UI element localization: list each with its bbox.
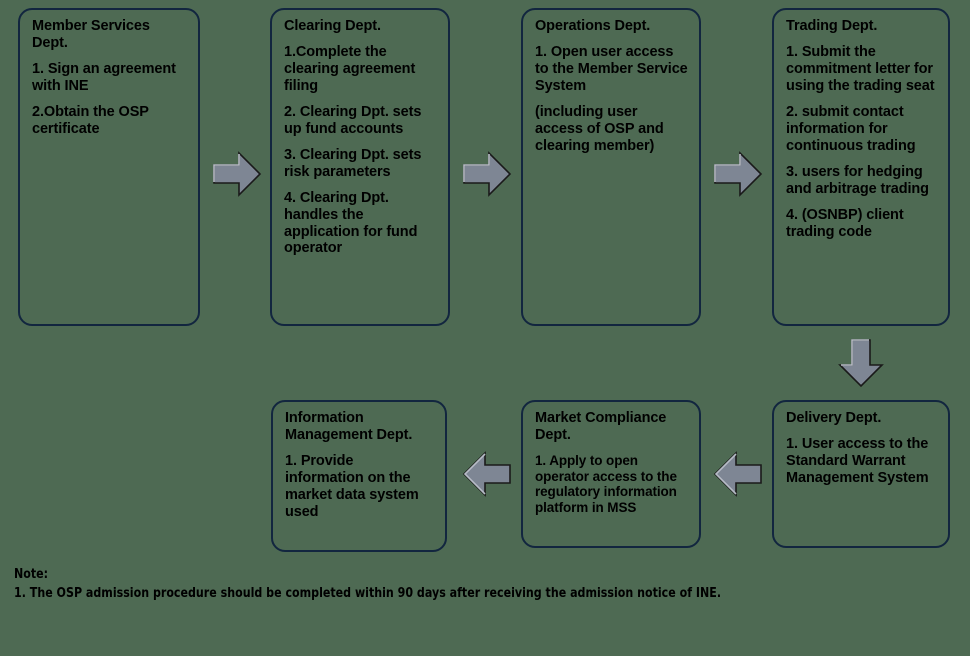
arrow-delivery-to-compliance	[712, 448, 764, 500]
process-box-information-management: Information Management Dept. 1. Provide …	[271, 400, 447, 552]
box-title: Market Compliance Dept.	[535, 410, 667, 443]
box-item: 2.Obtain the OSP certificate	[32, 103, 149, 137]
box-item: 2. submit contact information for contin…	[786, 103, 916, 154]
note-block: Note: 1. The OSP admission procedure sho…	[14, 566, 944, 602]
box-item: 4. (OSNBP) client trading code	[786, 206, 904, 240]
box-item: 1. Apply to open operator access to the …	[535, 452, 677, 516]
note-line-1: 1. The OSP admission procedure should be…	[14, 584, 722, 601]
box-item: 1. Open user access to the Member Servic…	[535, 43, 688, 94]
process-box-trading: Trading Dept. 1. Submit the commitment l…	[772, 8, 950, 326]
process-box-member-services: Member Services Dept. 1. Sign an agreeme…	[18, 8, 200, 326]
box-item: 1. Sign an agreement with INE	[32, 60, 176, 94]
box-title: Clearing Dept.	[284, 18, 381, 34]
box-title: Trading Dept.	[786, 18, 878, 34]
box-title: Member Services Dept.	[32, 18, 150, 51]
box-item: (including user access of OSP and cleari…	[535, 103, 664, 154]
box-title: Operations Dept.	[535, 18, 651, 34]
box-title: Information Management Dept.	[285, 410, 413, 443]
flowchart-canvas: Member Services Dept. 1. Sign an agreeme…	[0, 0, 970, 656]
box-item: 2. Clearing Dpt. sets up fund accounts	[284, 103, 422, 137]
arrow-member-to-clearing	[211, 148, 263, 200]
box-item: 4. Clearing Dpt. handles the application…	[284, 189, 418, 257]
process-box-market-compliance: Market Compliance Dept. 1. Apply to open…	[521, 400, 701, 548]
box-item: 3. users for hedging and arbitrage tradi…	[786, 163, 929, 197]
process-box-clearing: Clearing Dept. 1.Complete the clearing a…	[270, 8, 450, 326]
arrow-clearing-to-operations	[461, 148, 513, 200]
box-item: 3. Clearing Dpt. sets risk parameters	[284, 146, 422, 180]
arrow-operations-to-trading	[712, 148, 764, 200]
process-box-operations: Operations Dept. 1. Open user access to …	[521, 8, 701, 326]
box-item: 1. Provide information on the market dat…	[285, 452, 419, 520]
note-label: Note:	[14, 566, 49, 582]
box-item: 1. User access to the Standard Warrant M…	[786, 435, 929, 486]
box-title: Delivery Dept.	[786, 410, 882, 426]
arrow-compliance-to-information	[461, 448, 513, 500]
box-item: 1. Submit the commitment letter for usin…	[786, 43, 935, 94]
process-box-delivery: Delivery Dept. 1. User access to the Sta…	[772, 400, 950, 548]
box-item: 1.Complete the clearing agreement filing	[284, 43, 416, 94]
arrow-trading-to-delivery	[835, 337, 887, 389]
